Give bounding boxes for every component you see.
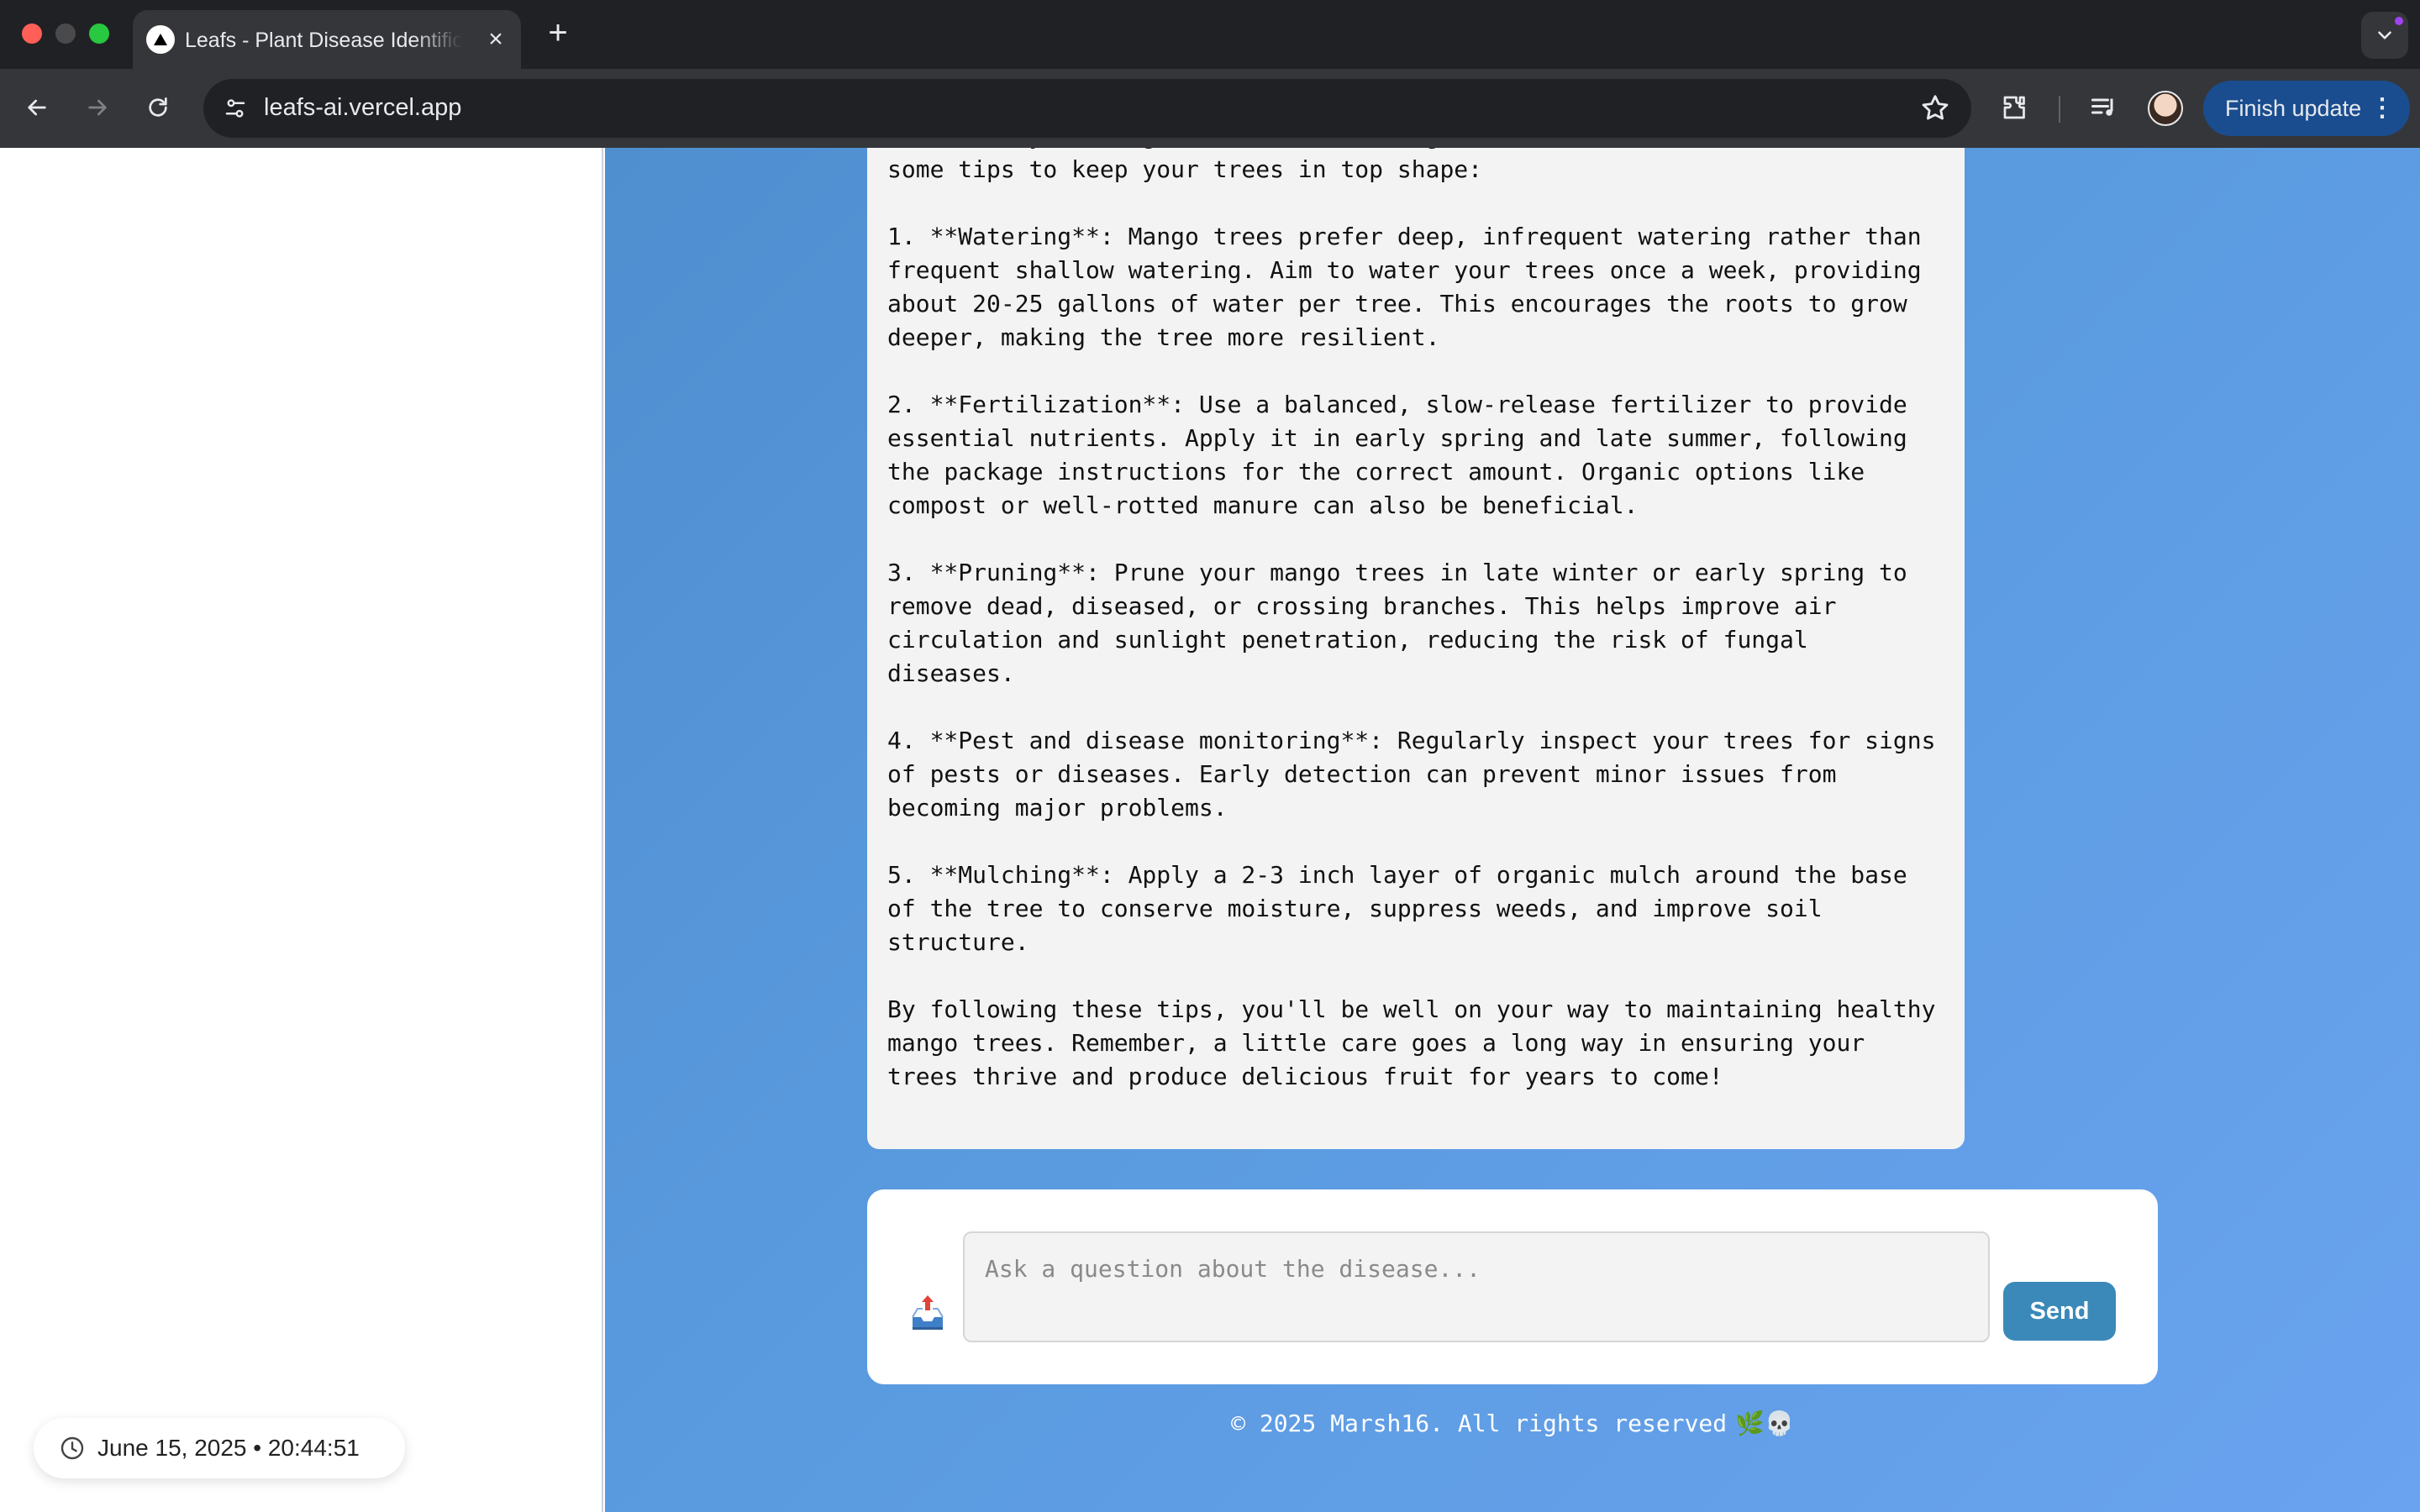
copyright-text: © 2025 Marsh16. All rights reserved xyxy=(1231,1410,1728,1437)
send-button[interactable]: Send xyxy=(2003,1282,2116,1341)
timestamp-text: June 15, 2025 • 20:44:51 xyxy=(97,1435,360,1461)
reload-icon xyxy=(149,97,167,117)
browser-tab-active[interactable]: Leafs - Plant Disease Identification × xyxy=(133,10,521,69)
address-bar[interactable]: leafs-ai.vercel.app xyxy=(203,79,1971,138)
web-page: health of your mango trees involves regu… xyxy=(0,148,2420,1512)
new-tab-button[interactable]: + xyxy=(541,16,575,50)
ai-answer-text: health of your mango trees involves regu… xyxy=(887,148,1936,1090)
clock-icon xyxy=(60,1436,84,1460)
question-input[interactable] xyxy=(963,1231,1990,1342)
timestamp-badge: June 15, 2025 • 20:44:51 xyxy=(34,1418,405,1478)
footer-emoji: 🌿💀 xyxy=(1735,1410,1794,1437)
chat-area: health of your mango trees involves regu… xyxy=(605,148,2420,1512)
browser-tab-bar: Leafs - Plant Disease Identification × + xyxy=(0,0,2420,69)
notification-dot xyxy=(2395,17,2403,25)
window-minimize-button[interactable] xyxy=(55,24,76,44)
reload-button[interactable] xyxy=(138,87,178,128)
profile-avatar[interactable] xyxy=(2148,91,2183,126)
arrow-right-icon xyxy=(88,99,107,116)
browser-menu-icon[interactable]: ⋮ xyxy=(2370,81,2395,136)
ai-answer-bubble: health of your mango trees involves regu… xyxy=(867,148,1965,1149)
toolbar-separator xyxy=(2059,96,2060,123)
tab-close-icon[interactable]: × xyxy=(482,27,509,54)
back-button[interactable] xyxy=(17,87,57,128)
finish-update-button[interactable]: Finish update ⋮ xyxy=(2203,81,2410,136)
arrow-left-icon xyxy=(28,99,46,116)
window-zoom-button[interactable] xyxy=(89,24,109,44)
url-text[interactable]: leafs-ai.vercel.app xyxy=(264,94,461,122)
media-control-icon[interactable] xyxy=(2087,91,2121,124)
bookmark-star-icon[interactable] xyxy=(1919,92,1951,124)
footer: © 2025 Marsh16. All rights reserved 🌿💀 xyxy=(605,1410,2420,1437)
chevron-down-icon xyxy=(2378,31,2391,39)
window-close-button[interactable] xyxy=(22,24,42,44)
triangle-favicon-icon xyxy=(146,25,175,54)
question-form: Send xyxy=(867,1189,2158,1384)
finish-update-label: Finish update xyxy=(2225,96,2362,121)
upload-inbox-icon[interactable] xyxy=(908,1292,948,1332)
extensions-puzzle-icon[interactable] xyxy=(1998,91,2032,124)
tab-title: Leafs - Plant Disease Identification xyxy=(185,29,462,52)
tune-icon xyxy=(225,99,245,118)
tab-search-button[interactable] xyxy=(2361,12,2408,59)
browser-toolbar: leafs-ai.vercel.app Finish update ⋮ xyxy=(0,69,2420,148)
site-info-button[interactable] xyxy=(217,90,254,127)
forward-button[interactable] xyxy=(77,87,118,128)
left-panel xyxy=(0,148,603,1512)
